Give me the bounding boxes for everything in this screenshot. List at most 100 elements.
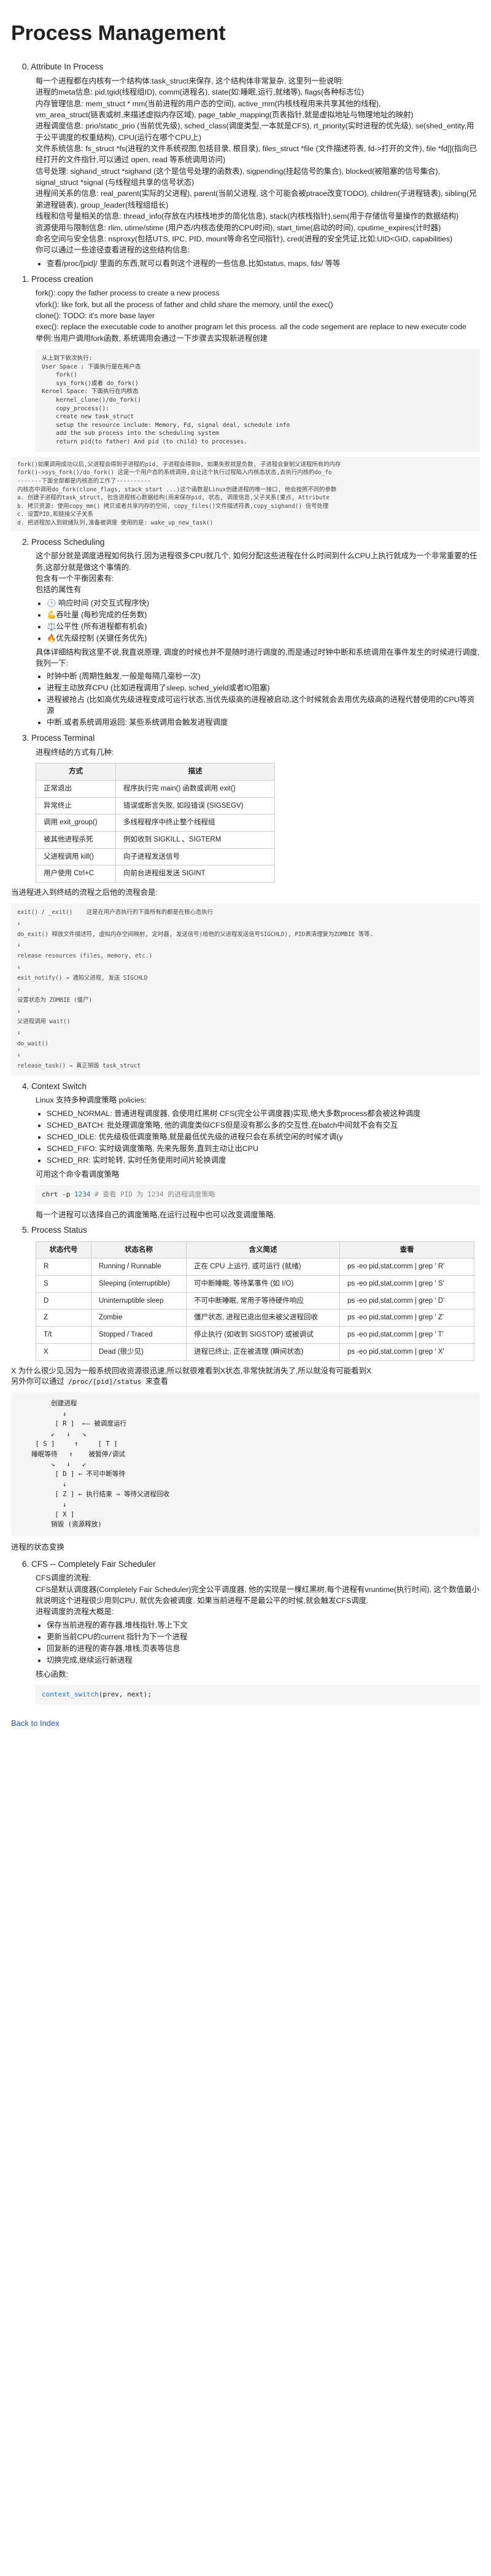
table-row: T/t Stopped / Traced 停止执行 (如收到 SIGSTOP) 或被… — [36, 1326, 474, 1344]
table-cell: 异常终止 — [36, 797, 116, 815]
table-cell: 例如收到 SIGKILL 、SIGTERM — [115, 830, 275, 849]
list-item: 切换完成,继续运行新进程 — [47, 1655, 480, 1666]
table-cell: Stopped / Traced — [91, 1326, 187, 1344]
function-args: (prev, next); — [98, 1690, 152, 1699]
list-item: SCHED_BATCH: 批处理调度策略, 他的调度类似CFS但是没有那么多的交… — [47, 1120, 480, 1131]
section-scheduling: 2. Process Scheduling 这个部分就是调度进程如何执行,因为进… — [22, 536, 480, 729]
section-heading: 6. CFS -- Completely Fair Scheduler — [22, 1559, 156, 1569]
section-terminal: 3. Process Terminal 进程终结的方式有几种: 方式 描述 正常… — [22, 732, 480, 883]
section-heading: 4. Context Switch — [22, 1081, 87, 1091]
table-cell: ps -eo pid,stat,comm | grep ' S' — [339, 1275, 474, 1293]
list-item: 回复新的进程的寄存器,堆栈,页表等信息 — [47, 1644, 480, 1655]
section-status: 5. Process Status 状态代号 状态名称 含义简述 查看 R Run… — [22, 1224, 480, 1361]
bullet-list: 🕒 响应时间 (对交互式程序快) 💪吞吐量 (每秒完成的任务数) ⚖️公平性 (… — [47, 598, 480, 644]
list-item: 🔥优先级控制 (关键任务优先) — [47, 633, 480, 644]
table-row: R Running / Runnable 正在 CPU 上运行, 或可运行 (就绪)… — [36, 1258, 474, 1276]
table-cell: 进程已终止, 正在被清理 (瞬间状态) — [186, 1343, 340, 1361]
table-cell: R — [36, 1258, 91, 1276]
table-cell: Z — [36, 1309, 91, 1327]
section-body: 每一个进程可以选择自己的调度策略,在运行过程中也可以改变调度策略. — [36, 1209, 480, 1220]
table-row: 用户使用 Ctrl+C 向前台进程组发送 SIGINT — [36, 865, 275, 883]
table-row: 父进程调用 kill() 向子进程发送信号 — [36, 848, 275, 866]
table-cell: ps -eo pid,stat,comm | grep ' R' — [339, 1258, 474, 1276]
table-cell: 错误或断言失败, 如段错误 (SIGSEGV) — [115, 797, 275, 815]
text-line: CFS调度的流程: — [36, 1574, 91, 1583]
section-heading: 2. Process Scheduling — [22, 537, 105, 547]
section-heading: 0. Attribute In Process — [22, 62, 104, 72]
section-context-switch: 4. Context Switch Linux 支持多种调度策略 policie… — [22, 1080, 480, 1221]
text-line: 内存管理信息: mem_struct * mm(当前进程的用户态的空间), ac… — [36, 99, 381, 108]
table-row: 调用 exit_group() 多线程程序中终止整个线程组 — [36, 814, 275, 832]
text-line: 核心函数: — [36, 1669, 69, 1679]
section-creation: 1. Process creation fork(): copy the fat… — [22, 273, 480, 452]
list-item: 进程被抢占 (比如高优先级进程变成可运行状态,当优先级高的进程被启动,这个时候就… — [47, 695, 480, 717]
list-item: 查看/proc/[pid]/ 里面的东西,就可以看到这个进程的一些信息,比如st… — [47, 259, 480, 270]
table-row: D Uninterruptible sleep 不可中断睡眠, 常用于等待硬件响应 p… — [36, 1292, 474, 1310]
list-item: 保存当前进程的寄存器,堆栈指针,等上下文 — [47, 1620, 480, 1631]
table-header: 状态名称 — [91, 1241, 187, 1259]
text-line: 进程调度信息: prio/static_prio (当前优先级), sched_… — [36, 122, 474, 142]
table-row: 被其他进程杀死 例如收到 SIGKILL 、SIGTERM — [36, 830, 275, 849]
status-table: 状态代号 状态名称 含义简述 查看 R Running / Runnable 正在 … — [36, 1241, 474, 1361]
table-cell: Zombie — [91, 1309, 187, 1327]
page: Process Management 0. Attribute In Proce… — [0, 0, 491, 2576]
text-line: 文件系统信息: fs_struct *fs(进程的文件系统视图,包括目录, 根目… — [36, 144, 477, 165]
table-cell: 被其他进程杀死 — [36, 830, 116, 849]
table-cell: ps -eo pid,stat,comm | grep ' T' — [339, 1326, 474, 1344]
text-line: CFS是默认调度器(Completely Fair Scheduler)完全公平… — [36, 1585, 479, 1606]
list-item: 💪吞吐量 (每秒完成的任务数) — [47, 610, 480, 621]
back-to-index-link[interactable]: Back to Index — [11, 1719, 60, 1728]
table-row: 异常终止 错误或断言失败, 如段错误 (SIGSEGV) — [36, 797, 275, 815]
table-cell: 僵尸状态, 进程已退出但未被父进程回收 — [186, 1309, 340, 1327]
bullet-list: 查看/proc/[pid]/ 里面的东西,就可以看到这个进程的一些信息,比如st… — [47, 259, 480, 270]
section-heading: 5. Process Status — [22, 1225, 87, 1235]
section-body: 可用这个命令看调度策略 — [36, 1169, 480, 1180]
list-item: SCHED_RR: 实时轮转, 实时任务使用时间片轮换调度 — [47, 1155, 480, 1166]
text-line: vfork(): like fork, but all the process … — [36, 300, 333, 309]
table-row: 正常退出 程序执行完 main() 函数或调用 exit() — [36, 779, 275, 798]
command-block: chrt -p 1234 # 查看 PID 为 1234 的进程调度策略 — [36, 1184, 480, 1204]
note-text: X 为什么很少见,因为一般系统回收资源很迅速,所以就很难看到X状态,非常快就消失… — [11, 1366, 372, 1375]
text-line: 进程间关系的信息: real_parent(实际的父进程), parent(当前… — [36, 189, 477, 209]
section-body: CFS调度的流程: CFS是默认调度器(Completely Fair Sche… — [36, 1572, 480, 1617]
list-item: 更新当前CPU的current 指针为下一个进程 — [47, 1632, 480, 1643]
list-item: ⚖️公平性 (所有进程都有机会) — [47, 622, 480, 633]
table-cell: ps -eo pid,stat,comm | grep ' Z' — [339, 1309, 474, 1327]
section-body: fork(): copy the father process to creat… — [36, 287, 480, 344]
table-header-row: 状态代号 状态名称 含义简述 查看 — [36, 1241, 474, 1259]
table-cell: ps -eo pid,stat,comm | grep ' D' — [339, 1292, 474, 1310]
table-cell: 正常退出 — [36, 779, 116, 798]
inline-code: /proc/[pid]/status — [66, 1378, 144, 1386]
list-item: 中断,或者系统调用返回: 某些系统调用会触发进程调度 — [47, 717, 480, 728]
text-line: 进程的状态变换 — [11, 1542, 64, 1551]
text-line: Linux 支持多种调度策略 policies: — [36, 1096, 147, 1105]
text-line: exec(): replace the executable code to a… — [36, 322, 466, 332]
section-body: 具体详细结构我这里不说,我直说原理, 调度的时候也并不是随时进行调度的,而是通过… — [36, 647, 480, 669]
text-line: fork(): copy the father process to creat… — [36, 289, 220, 298]
table-header: 方式 — [36, 763, 116, 781]
text-line: 资源使用与限制信息: rlim, utime/stime (用户态/内核态使用的… — [36, 223, 441, 232]
table-header-row: 方式 描述 — [36, 763, 275, 781]
text-line: 信号处理: sighand_struct *sighand (这个是信号处理的函… — [36, 166, 440, 187]
section-attribute: 0. Attribute In Process 每一个进程都在内核有一个结构体:… — [22, 61, 480, 269]
text-line: 当进程进入到终结的流程之后他的流程会是: — [11, 888, 158, 897]
table-cell: 程序执行完 main() 函数或调用 exit() — [115, 779, 275, 798]
table-cell: 多线程程序中终止整个线程组 — [115, 814, 275, 832]
section-body: Linux 支持多种调度策略 policies: — [36, 1095, 480, 1106]
text-line: 线程和信号量相关的信息: thread_info(存放在内核栈地步的简化信息),… — [36, 212, 459, 221]
table-cell: X — [36, 1343, 91, 1361]
bullet-list: SCHED_NORMAL: 普通进程调度器, 会使用红黑树 CFS(完全公平调度… — [47, 1109, 480, 1166]
command-comment: # 查看 PID 为 1234 的进程调度策略 — [95, 1190, 215, 1198]
text-line: vm_area_struct(链表或树,来描述虚拟内存区域), page_tab… — [36, 110, 414, 119]
text-line: 进程调度的流程大概是: — [36, 1607, 114, 1617]
table-header: 状态代号 — [36, 1241, 91, 1259]
text-line: 命名空间与安全信息: nsproxy(包括UTS, IPC, PID, moun… — [36, 234, 453, 243]
table-row: X Dead (很少见) 进程已终止, 正在被清理 (瞬间状态) ps -eo pid… — [36, 1343, 474, 1361]
text-line: 每一个进程可以选择自己的调度策略,在运行过程中也可以改变调度策略. — [36, 1210, 276, 1219]
table-row: S Sleeping (interruptible) 可中断睡眠, 等待某事件 (如… — [36, 1275, 474, 1293]
bullet-list: 时钟中断 (周期性触发,一般是每隔几毫秒一次) 进程主动放弃CPU (比如进程调… — [47, 671, 480, 728]
section-heading: 3. Process Terminal — [22, 733, 95, 743]
text-line: 每一个进程都在内核有一个结构体:task_struct来保存, 这个结构体非常复… — [36, 76, 344, 85]
termination-table: 方式 描述 正常退出 程序执行完 main() 函数或调用 exit() 异常终止… — [36, 763, 275, 883]
table-cell: S — [36, 1275, 91, 1293]
